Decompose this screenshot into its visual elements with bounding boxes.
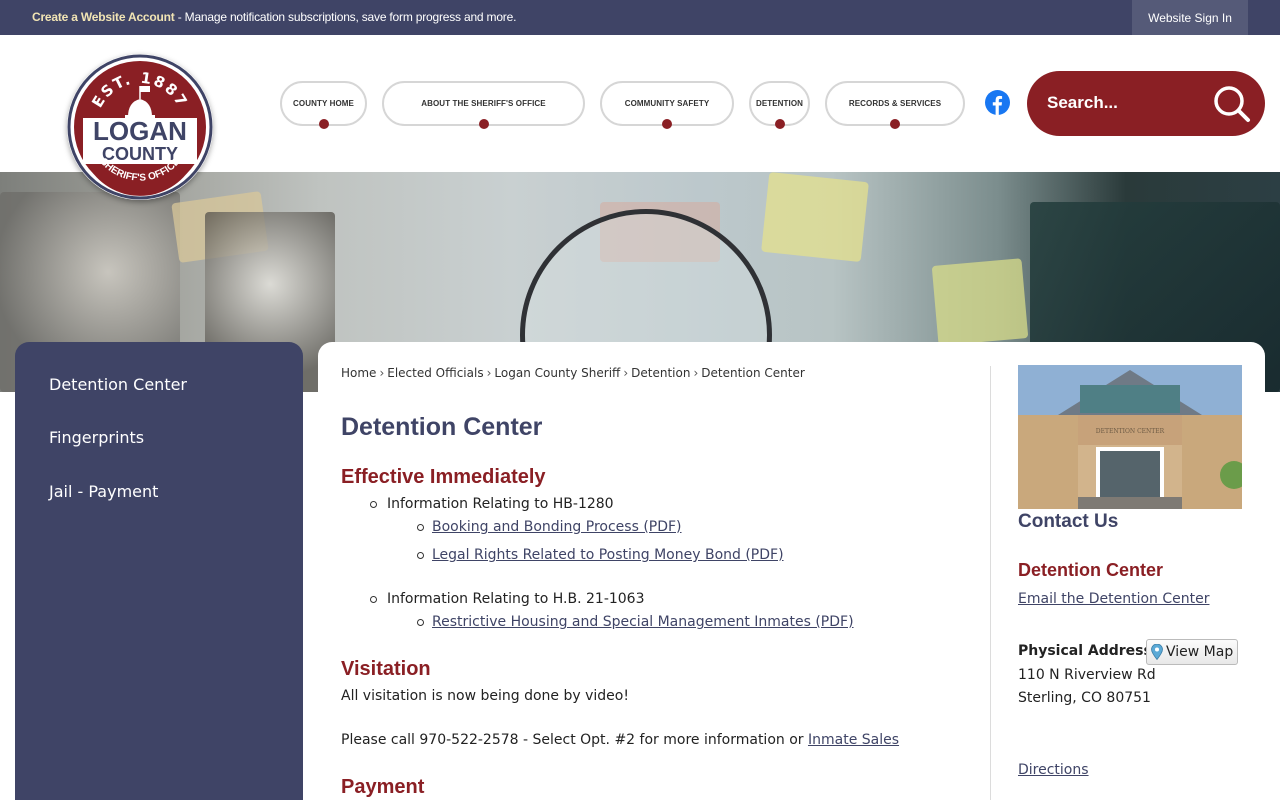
search-box[interactable]: Search...	[1027, 71, 1265, 136]
photo-sign-text: DETENTION CENTER	[1096, 428, 1165, 435]
nav-label: COUNTY HOME	[293, 99, 354, 108]
effective-heading: Effective Immediately	[341, 466, 546, 488]
hb-1280-item: Information Relating to HB-1280	[387, 496, 614, 512]
top-bar: Create a Website Account - Manage notifi…	[0, 0, 1280, 35]
banner-note-shape	[761, 172, 869, 263]
breadcrumb-separator: ›	[693, 366, 699, 380]
nav-dot	[478, 119, 489, 129]
breadcrumb: Home › Elected Officials › Logan County Sher…	[341, 366, 805, 380]
nav-dot	[662, 119, 672, 129]
bullet	[370, 596, 377, 603]
nav-dot	[774, 119, 785, 129]
logo-line2: COUNTY	[102, 144, 178, 164]
nav-dot	[318, 119, 329, 129]
bullet	[417, 552, 424, 559]
email-detention-link[interactable]: Email the Detention Center	[1018, 591, 1209, 607]
sidebar-item-fingerprints[interactable]: Fingerprints	[49, 428, 144, 447]
banner-note-shape	[931, 258, 1029, 346]
sidebar-nav: Detention Center Fingerprints Jail - Pay…	[15, 342, 303, 800]
contact-org-heading: Detention Center	[1018, 560, 1164, 580]
breadcrumb-current: Detention Center	[701, 366, 805, 380]
nav-label: ABOUT THE SHERIFF'S OFFICE	[421, 99, 546, 108]
breadcrumb-elected-officials[interactable]: Elected Officials	[387, 366, 483, 380]
visitation-call-text: Please call 970-522-2578 - Select Opt. #…	[341, 732, 899, 748]
legal-rights-pdf-link[interactable]: Legal Rights Related to Posting Money Bo…	[432, 547, 784, 563]
hb-21-1063-item: Information Relating to H.B. 21-1063	[387, 591, 645, 607]
visitation-call-line: Please call 970-522-2578 - Select Opt. #…	[341, 732, 808, 748]
account-message: Create a Website Account - Manage notifi…	[32, 10, 516, 24]
view-map-button[interactable]: View Map	[1146, 639, 1238, 665]
logan-county-sheriff-logo[interactable]: EST. 1887 LOGAN COUNTY SHERIFF'S OFFICE	[67, 54, 213, 200]
map-pin-icon	[1151, 644, 1163, 660]
breadcrumb-separator: ›	[623, 366, 629, 380]
nav-about-sheriffs-office[interactable]: ABOUT THE SHERIFF'S OFFICE	[382, 81, 585, 129]
inmate-sales-link[interactable]: Inmate Sales	[808, 732, 899, 748]
breadcrumb-separator: ›	[379, 366, 385, 380]
nav-records-services[interactable]: RECORDS & SERVICES	[825, 81, 965, 129]
visitation-text: All visitation is now being done by vide…	[341, 688, 629, 704]
restrictive-housing-pdf-link[interactable]: Restrictive Housing and Special Manageme…	[432, 614, 854, 630]
bullet	[370, 501, 377, 508]
search-icon[interactable]	[1212, 84, 1252, 124]
directions-link[interactable]: Directions	[1018, 762, 1089, 778]
bullet	[417, 619, 424, 626]
sidebar-item-jail-payment[interactable]: Jail - Payment	[49, 482, 158, 501]
page-title: Detention Center	[341, 413, 543, 441]
address-line2: Sterling, CO 80751	[1018, 690, 1151, 706]
bullet	[417, 524, 424, 531]
logo-line1: LOGAN	[93, 116, 187, 146]
booking-bonding-pdf-link[interactable]: Booking and Bonding Process (PDF)	[432, 519, 682, 535]
address-line1: 110 N Riverview Rd	[1018, 667, 1156, 683]
breadcrumb-logan-county-sheriff[interactable]: Logan County Sheriff	[494, 366, 620, 380]
payment-heading: Payment	[341, 776, 425, 798]
nav-county-home[interactable]: COUNTY HOME	[280, 81, 367, 129]
account-message-text: - Manage notification subscriptions, sav…	[174, 10, 517, 24]
column-divider	[990, 366, 991, 800]
breadcrumb-detention[interactable]: Detention	[631, 366, 690, 380]
nav-detention[interactable]: DETENTION	[749, 81, 810, 129]
sidebar-item-detention-center[interactable]: Detention Center	[49, 375, 187, 394]
breadcrumb-home[interactable]: Home	[341, 366, 376, 380]
nav-label: COMMUNITY SAFETY	[624, 99, 710, 108]
nav-dot	[890, 119, 900, 129]
contact-us-heading: Contact Us	[1018, 511, 1119, 532]
visitation-heading: Visitation	[341, 658, 431, 680]
breadcrumb-separator: ›	[486, 366, 492, 380]
nav-label: DETENTION	[755, 99, 804, 108]
detention-center-photo: DETENTION CENTER	[1018, 365, 1242, 509]
nav-community-safety[interactable]: COMMUNITY SAFETY	[600, 81, 734, 129]
search-input[interactable]: Search...	[1047, 93, 1118, 113]
website-sign-in-button[interactable]: Website Sign In	[1132, 0, 1248, 35]
view-map-label: View Map	[1166, 644, 1234, 660]
logo-seal: EST. 1887 LOGAN COUNTY SHERIFF'S OFFICE	[67, 54, 213, 200]
nav-label: RECORDS & SERVICES	[848, 99, 942, 108]
create-account-link[interactable]: Create a Website Account	[32, 10, 175, 24]
facebook-icon[interactable]	[985, 90, 1010, 115]
physical-address-label: Physical Address	[1018, 643, 1152, 659]
